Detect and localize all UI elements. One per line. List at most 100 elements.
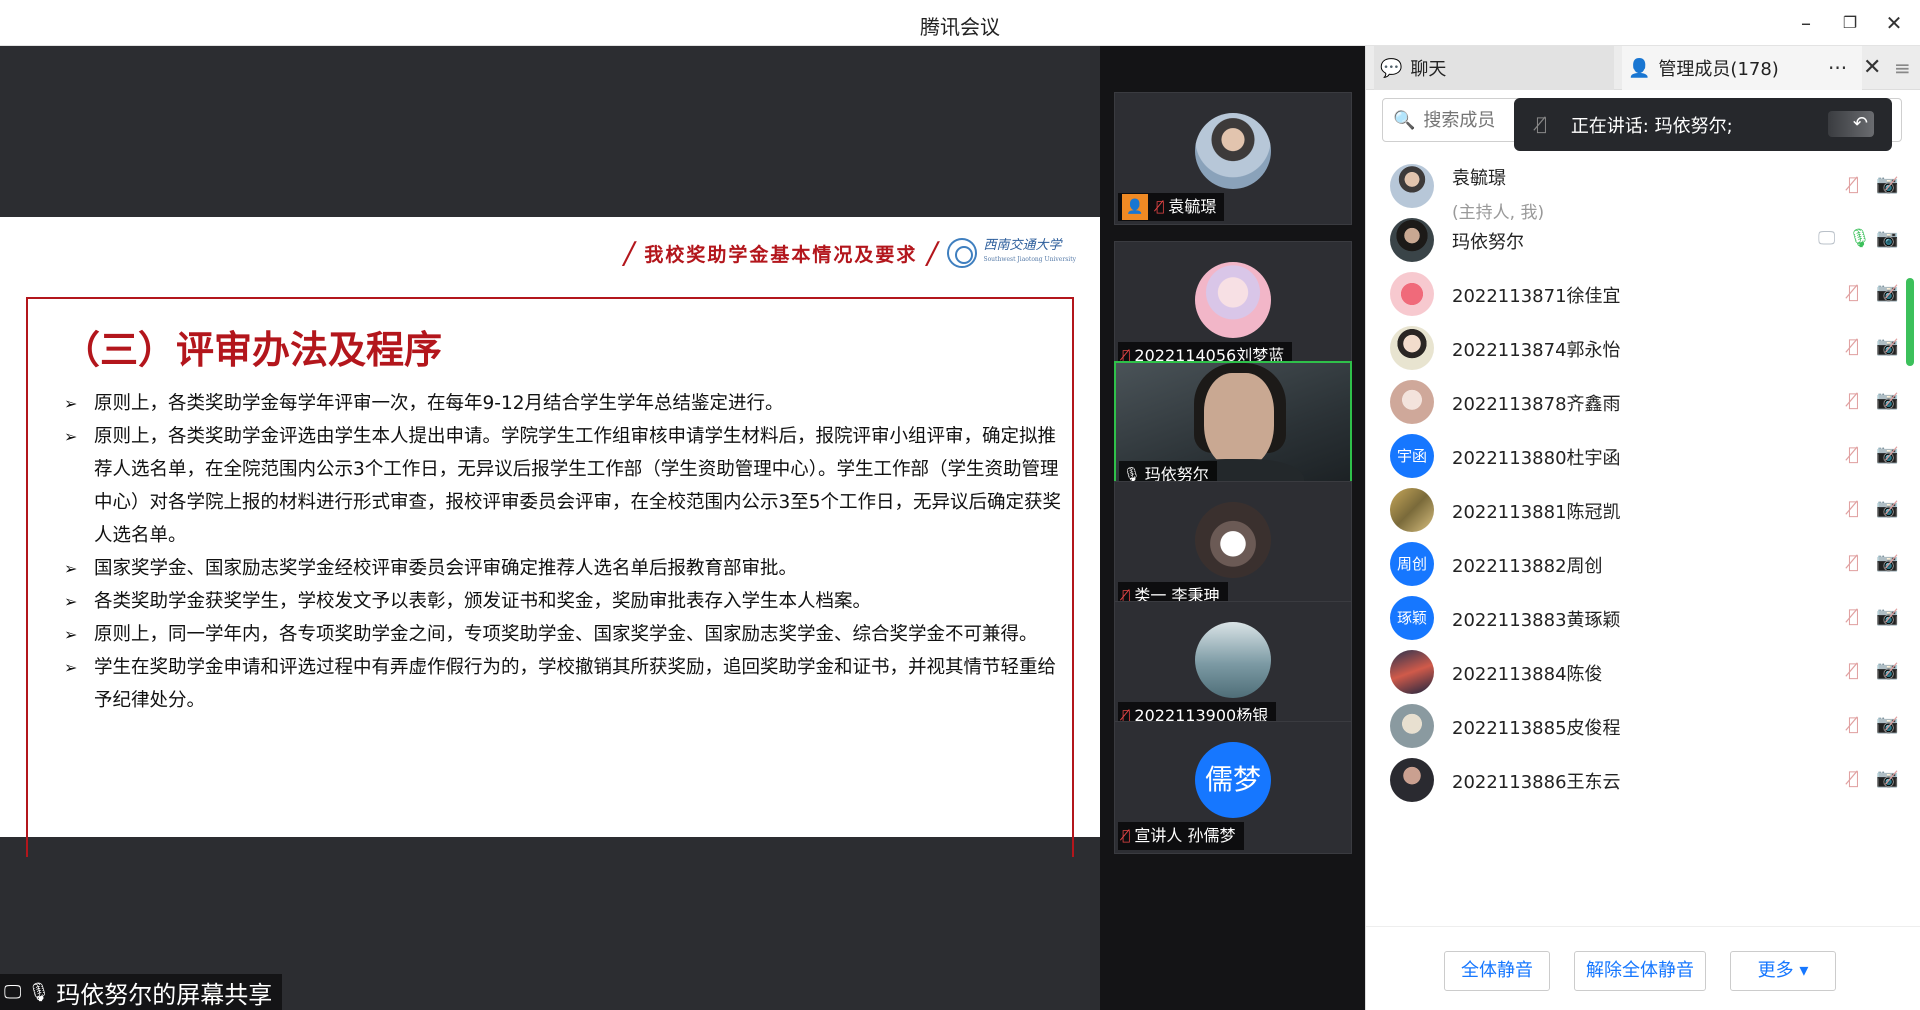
video-tile-active-speaker[interactable]: 🎙 玛依努尔: [1114, 361, 1352, 509]
more-options-button[interactable]: ···: [1828, 56, 1847, 80]
camera-off-icon[interactable]: 📷̸: [1876, 660, 1898, 681]
webcam-subject-face: [1204, 373, 1274, 468]
member-row[interactable]: 2022113871徐佳宜 🎙̸ 📷̸: [1366, 268, 1906, 322]
member-name: 2022113874郭永怡: [1452, 340, 1621, 361]
unmute-all-button[interactable]: 解除全体静音: [1574, 951, 1706, 991]
video-tile[interactable]: 👤 🎙̸ 袁毓璟: [1114, 92, 1352, 225]
bullet-arrow-icon: ➢: [64, 559, 78, 578]
avatar: 儒梦: [1195, 742, 1271, 818]
avatar: [1390, 380, 1434, 424]
mic-muted-icon[interactable]: 🎙̸: [1848, 714, 1859, 735]
member-row[interactable]: 周创 2022113882周创 🎙̸ 📷̸: [1366, 538, 1906, 592]
member-name: 2022113884陈俊: [1452, 664, 1603, 685]
mic-muted-icon[interactable]: 🎙̸: [1848, 606, 1859, 627]
close-panel-button[interactable]: ✕: [1863, 55, 1881, 80]
logo-text: 西南交通大学 Southwest Jiaotong University: [983, 238, 1076, 264]
member-row[interactable]: 袁毓璟 (主持人, 我) 🎙̸ 📷̸: [1366, 160, 1906, 223]
camera-off-icon[interactable]: 📷̸: [1876, 552, 1898, 573]
camera-off-icon[interactable]: 📷̸: [1876, 390, 1898, 411]
camera-off-icon[interactable]: 📷̸: [1876, 768, 1898, 789]
mic-muted-icon: 🎙̸: [1156, 199, 1165, 215]
member-name: 玛依努尔: [1452, 232, 1524, 253]
participant-name-tag: 🎙̸ 宣讲人 孙儒梦: [1118, 822, 1244, 850]
tab-chat[interactable]: 💬 聊天: [1374, 46, 1614, 90]
member-name: 2022113885皮俊程: [1452, 718, 1621, 739]
bullet-item: ➢ 原则上，各类奖助学金评选由学生本人提出申请。学院学生工作组审核申请学生材料后，…: [62, 420, 1072, 552]
bullet-arrow-icon: ➢: [64, 394, 78, 413]
avatar: [1390, 326, 1434, 370]
mic-muted-icon[interactable]: 🎙̸: [1848, 336, 1859, 357]
mic-muted-icon[interactable]: 🎙̸: [1848, 282, 1859, 303]
member-row[interactable]: 玛依努尔 🖵 🎙 📷: [1366, 214, 1906, 268]
member-name: 袁毓璟: [1452, 168, 1506, 189]
bullet-item: ➢ 原则上，各类奖助学金每学年评审一次，在每年9-12月结合学生学年总结鉴定进行。: [62, 387, 1072, 420]
member-row[interactable]: 2022113881陈冠凯 🎙̸ 📷̸: [1366, 484, 1906, 538]
panel-menu-button[interactable]: ≡: [1894, 56, 1911, 80]
bullet-arrow-icon: ➢: [64, 625, 78, 644]
bullet-list: ➢ 原则上，各类奖助学金每学年评审一次，在每年9-12月结合学生学年总结鉴定进行。…: [62, 387, 1072, 717]
mic-muted-icon[interactable]: 🎙̸: [1848, 174, 1859, 195]
divider: /: [927, 235, 938, 271]
mic-muted-icon[interactable]: 🎙̸: [1848, 660, 1859, 681]
bullet-item: ➢ 学生在奖助学金申请和评选过程中有弄虚作假行为的，学校撤销其所获奖励，追回奖助学…: [62, 651, 1072, 717]
mic-muted-icon[interactable]: 🎙̸: [1848, 444, 1859, 465]
bullet-item: ➢ 原则上，同一学年内，各专项奖助学金之间，专项奖助学金、国家奖学金、国家励志奖学…: [62, 618, 1072, 651]
mic-muted-icon[interactable]: 🎙̸: [1848, 552, 1859, 573]
section-title: （三）评审办法及程序: [62, 327, 443, 372]
mic-muted-icon[interactable]: 🎙̸: [1848, 390, 1859, 411]
tab-members[interactable]: 👤 管理成员(178): [1622, 46, 1862, 90]
mic-muted-icon: 🎙̸: [1536, 114, 1547, 135]
bullet-arrow-icon: ➢: [64, 427, 78, 446]
camera-off-icon[interactable]: 📷̸: [1876, 336, 1898, 357]
screen-share-icon[interactable]: 🖵: [1818, 228, 1835, 249]
avatar: 周创: [1390, 542, 1434, 586]
title-bar: 腾讯会议 – ❐ ✕: [0, 0, 1920, 46]
panel-footer: 全体静音 解除全体静音 更多 ▾: [1366, 926, 1920, 1010]
camera-off-icon[interactable]: 📷̸: [1876, 282, 1898, 303]
member-name: 2022113881陈冠凯: [1452, 502, 1621, 523]
restore-button[interactable]: ❐: [1832, 6, 1868, 40]
video-tile[interactable]: 🎙̸ 类一 李秉珅: [1114, 481, 1352, 614]
mute-all-button[interactable]: 全体静音: [1444, 951, 1550, 991]
more-button[interactable]: 更多 ▾: [1730, 951, 1836, 991]
member-list: 袁毓璟 (主持人, 我) 🎙̸ 📷̸ 玛依努尔 🖵 🎙 📷 2022113871…: [1366, 160, 1920, 920]
member-row[interactable]: 琢颖 2022113883黄琢颖 🎙̸ 📷̸: [1366, 592, 1906, 646]
camera-off-icon[interactable]: 📷̸: [1876, 174, 1898, 195]
video-tile[interactable]: 🎙̸ 2022114056刘梦蓝: [1114, 241, 1352, 374]
mic-muted-icon: 🎙̸: [1122, 828, 1131, 844]
member-row[interactable]: 2022113885皮俊程 🎙̸ 📷̸: [1366, 700, 1906, 754]
member-row[interactable]: 2022113878齐鑫雨 🎙̸ 📷̸: [1366, 376, 1906, 430]
microphone-icon: 🎙: [27, 981, 51, 1003]
mic-muted-icon[interactable]: 🎙̸: [1848, 498, 1859, 519]
bullet-item: ➢ 各类奖助学金获奖学生，学校发文予以表彰，颁发证书和奖金，奖励审批表存入学生本人…: [62, 585, 1072, 618]
avatar: [1195, 262, 1271, 338]
close-button[interactable]: ✕: [1876, 6, 1912, 40]
minimize-button[interactable]: –: [1788, 6, 1824, 40]
avatar: [1390, 272, 1434, 316]
panel-tabs: 💬 聊天 👤 管理成员(178) ··· ✕ ≡: [1366, 46, 1920, 90]
video-tile[interactable]: 儒梦 🎙̸ 宣讲人 孙儒梦: [1114, 721, 1352, 854]
member-row[interactable]: 2022113874郭永怡 🎙̸ 📷̸: [1366, 322, 1906, 376]
camera-off-icon[interactable]: 📷̸: [1876, 444, 1898, 465]
avatar: 琢颖: [1390, 596, 1434, 640]
member-row[interactable]: 2022113884陈俊 🎙̸ 📷̸: [1366, 646, 1906, 700]
bullet-item: ➢ 国家奖学金、国家励志奖学金经校评审委员会评审确定推荐人选名单后报教育部审批。: [62, 552, 1072, 585]
mic-on-icon[interactable]: 🎙: [1848, 228, 1871, 249]
camera-off-icon[interactable]: 📷̸: [1876, 606, 1898, 627]
video-tile[interactable]: 🎙̸ 2022113900杨银: [1114, 601, 1352, 734]
member-list-scrollbar[interactable]: [1906, 278, 1914, 366]
return-arrow-icon[interactable]: ↶: [1828, 111, 1874, 137]
member-row[interactable]: 宇函 2022113880杜宇函 🎙̸ 📷̸: [1366, 430, 1906, 484]
avatar: [1390, 758, 1434, 802]
side-panel: 💬 聊天 👤 管理成员(178) ··· ✕ ≡ 🔍 🎙̸ 正在讲话: 玛依努尔…: [1365, 46, 1920, 1010]
screen-share-label[interactable]: 🖵 🎙 玛依努尔的屏幕共享: [0, 974, 283, 1010]
mic-muted-icon[interactable]: 🎙̸: [1848, 768, 1859, 789]
avatar: [1390, 650, 1434, 694]
tencent-meeting-window: 腾讯会议 – ❐ ✕ / 我校奖助学金基本情况及要求 / 西南交通大学 South…: [0, 0, 1920, 1010]
camera-off-icon[interactable]: 📷̸: [1876, 498, 1898, 519]
camera-off-icon[interactable]: 📷̸: [1876, 714, 1898, 735]
camera-icon[interactable]: 📷: [1876, 228, 1898, 249]
screen-share-owner: 玛依努尔的屏幕共享: [56, 980, 273, 1009]
member-row[interactable]: 2022113886王东云 🎙̸ 📷̸: [1366, 754, 1906, 808]
video-strip: 👤 🎙̸ 袁毓璟 🎙̸ 2022114056刘梦蓝 🎙 玛依努尔 🎙̸ 类一 李…: [1100, 46, 1365, 1010]
